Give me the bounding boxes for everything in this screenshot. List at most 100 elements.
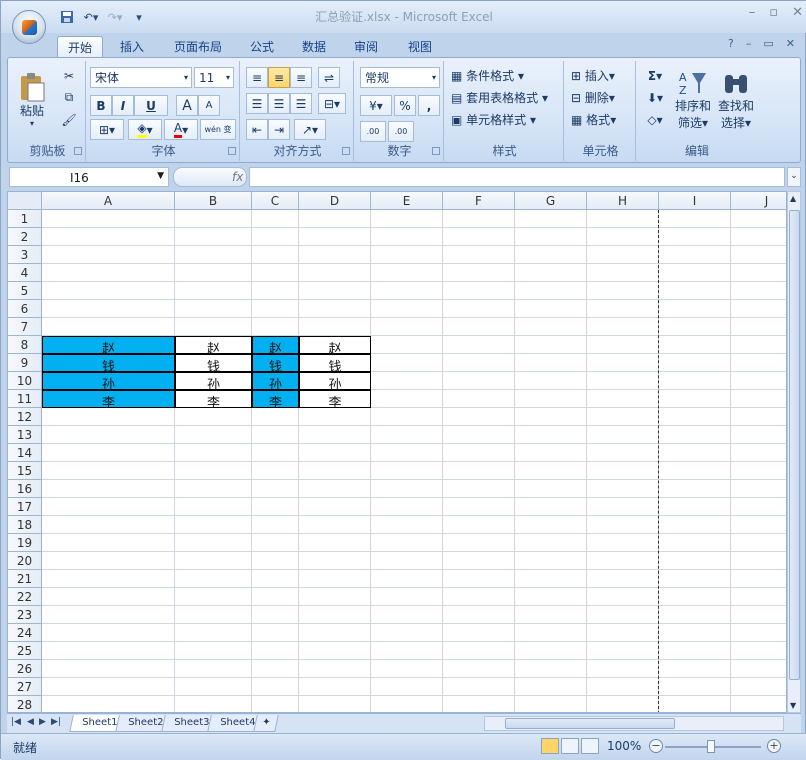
wrap-text-icon[interactable]: ⇌ <box>318 67 340 88</box>
tab-formulas[interactable]: 公式 <box>241 36 283 57</box>
page-break-view-icon[interactable] <box>581 738 599 754</box>
expand-formula-bar-icon[interactable]: ⌄ <box>787 167 801 187</box>
horizontal-scroll-thumb[interactable] <box>505 718 675 729</box>
fill-color-icon[interactable]: ◈ ▾ <box>128 119 162 140</box>
delete-cells-button[interactable]: ⊟ 删除 ▾ <box>570 87 632 108</box>
number-format-dropdown[interactable]: 常规 ▾ <box>360 67 440 88</box>
font-launcher-icon[interactable] <box>228 147 236 155</box>
tab-page-layout[interactable]: 页面布局 <box>165 36 231 57</box>
format-cells-button[interactable]: ▦ 格式 ▾ <box>570 109 632 130</box>
underline-button[interactable]: U <box>134 95 168 116</box>
zoom-level[interactable]: 100% <box>607 739 641 753</box>
cell-C9[interactable]: 钱 <box>252 354 299 375</box>
zoom-in-icon[interactable]: + <box>767 739 781 753</box>
align-right-icon[interactable]: ☰ <box>290 93 312 114</box>
tab-insert[interactable]: 插入 <box>109 36 155 57</box>
column-header-B[interactable]: B <box>175 192 252 210</box>
sort-filter-button[interactable]: AZ 排序和 筛选▾ <box>672 63 714 137</box>
worksheet-grid[interactable]: A B C D E F G H I J 1 2 3 4 5 6 7 8 9 10 11 12 13 14 15 16 17 18 19 2… <box>7 191 787 713</box>
italic-button[interactable]: I <box>112 95 134 116</box>
cell-D9[interactable]: 钱 <box>299 354 371 375</box>
ribbon-minimize-icon[interactable]: – <box>746 37 752 50</box>
row-header-14[interactable]: 14 <box>8 444 42 462</box>
column-header-H[interactable]: H <box>587 192 659 210</box>
cell-C10[interactable]: 孙 <box>252 372 299 393</box>
orientation-icon[interactable]: ↗▾ <box>294 119 326 140</box>
vertical-scrollbar[interactable]: ▲ ▼ <box>787 191 801 713</box>
cell-B9[interactable]: 钱 <box>175 354 252 375</box>
decrease-indent-icon[interactable]: ⇤ <box>246 119 268 140</box>
row-header-1[interactable]: 1 <box>8 210 42 228</box>
cell-D11[interactable]: 李 <box>299 390 371 411</box>
row-header-21[interactable]: 21 <box>8 570 42 588</box>
tab-data[interactable]: 数据 <box>293 36 335 57</box>
alignment-launcher-icon[interactable] <box>342 147 350 155</box>
merge-center-icon[interactable]: ⊟▾ <box>318 93 346 114</box>
prev-sheet-icon[interactable]: ◀ <box>27 717 34 727</box>
comma-button[interactable]: , <box>418 95 440 116</box>
align-middle-icon[interactable]: ≡ <box>268 67 290 88</box>
cell-C8[interactable]: 赵 <box>252 336 299 357</box>
scroll-down-icon[interactable]: ▼ <box>790 701 796 710</box>
insert-sheet-icon[interactable]: ✦ <box>253 715 280 732</box>
bold-button[interactable]: B <box>90 95 112 116</box>
cell-B10[interactable]: 孙 <box>175 372 252 393</box>
help-icon[interactable]: ? <box>728 37 734 50</box>
tab-view[interactable]: 视图 <box>399 36 441 57</box>
tab-home[interactable]: 开始 <box>57 36 103 57</box>
maximize-icon[interactable]: ▫ <box>769 5 778 20</box>
clear-icon[interactable]: ◇▾ <box>642 109 668 130</box>
font-color-icon[interactable]: A ▾ <box>164 119 198 140</box>
find-select-button[interactable]: 查找和 选择▾ <box>716 63 756 137</box>
row-header-17[interactable]: 17 <box>8 498 42 516</box>
cell-B11[interactable]: 李 <box>175 390 252 411</box>
cell-C11[interactable]: 李 <box>252 390 299 411</box>
cell-A11[interactable]: 李 <box>42 390 175 411</box>
ribbon-close-icon[interactable]: ✕ <box>786 37 795 50</box>
align-top-icon[interactable]: ≡ <box>246 67 268 88</box>
row-header-13[interactable]: 13 <box>8 426 42 444</box>
zoom-slider-knob[interactable] <box>707 740 715 753</box>
decrease-decimal-button[interactable]: .00 <box>388 121 414 142</box>
column-header-C[interactable]: C <box>252 192 299 210</box>
row-header-10[interactable]: 10 <box>8 372 42 390</box>
select-all-corner[interactable] <box>8 192 42 210</box>
align-bottom-icon[interactable]: ≡ <box>290 67 312 88</box>
row-header-18[interactable]: 18 <box>8 516 42 534</box>
align-left-icon[interactable]: ☰ <box>246 93 268 114</box>
cell-A10[interactable]: 孙 <box>42 372 175 393</box>
tab-review[interactable]: 审阅 <box>345 36 387 57</box>
cell-styles-button[interactable]: ▣ 单元格样式 ▾ <box>450 109 560 130</box>
font-name-dropdown[interactable]: 宋体 ▾ <box>90 67 192 88</box>
page-layout-view-icon[interactable] <box>561 738 579 754</box>
fill-icon[interactable]: ⬇▾ <box>642 87 668 108</box>
column-header-I[interactable]: I <box>659 192 731 210</box>
cell-A9[interactable]: 钱 <box>42 354 175 375</box>
row-header-20[interactable]: 20 <box>8 552 42 570</box>
conditional-format-button[interactable]: ▦ 条件格式 ▾ <box>450 65 560 86</box>
normal-view-icon[interactable] <box>541 738 559 754</box>
percent-button[interactable]: % <box>394 95 416 116</box>
row-header-7[interactable]: 7 <box>8 318 42 336</box>
next-sheet-icon[interactable]: ▶ <box>39 717 46 727</box>
borders-icon[interactable]: ⊞▾ <box>90 119 124 140</box>
insert-function-button[interactable]: fx <box>173 167 247 187</box>
row-header-19[interactable]: 19 <box>8 534 42 552</box>
row-header-16[interactable]: 16 <box>8 480 42 498</box>
minimize-icon[interactable]: – <box>749 5 756 20</box>
row-header-12[interactable]: 12 <box>8 408 42 426</box>
cell-D10[interactable]: 孙 <box>299 372 371 393</box>
vertical-scroll-thumb[interactable] <box>789 210 800 680</box>
column-header-G[interactable]: G <box>515 192 587 210</box>
name-box-dropdown-icon[interactable]: ▼ <box>157 171 164 181</box>
name-box[interactable]: I16 ▼ <box>9 167 169 187</box>
autosum-button[interactable]: Σ ▾ <box>642 65 668 86</box>
paste-button[interactable]: 粘贴 ▾ <box>14 63 50 137</box>
increase-decimal-button[interactable]: .00 <box>360 121 386 142</box>
number-launcher-icon[interactable] <box>432 147 440 155</box>
cut-icon[interactable]: ✂ <box>58 65 80 86</box>
font-size-dropdown[interactable]: 11 ▾ <box>194 67 234 88</box>
phonetic-button[interactable]: wén 变 <box>200 119 236 140</box>
insert-cells-button[interactable]: ⊞ 插入 ▾ <box>570 65 632 86</box>
cell-A8[interactable]: 赵 <box>42 336 175 357</box>
